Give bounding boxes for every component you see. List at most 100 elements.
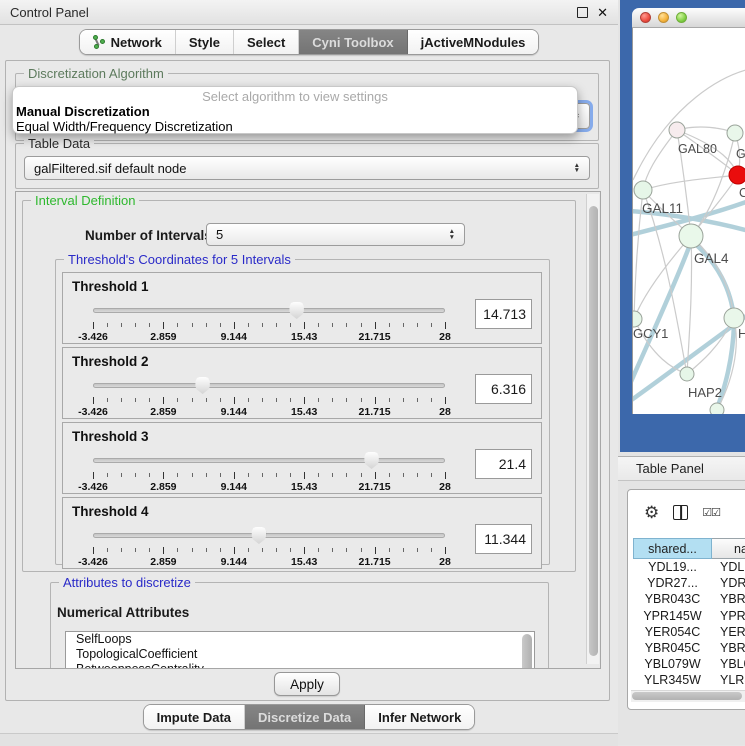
threshold-value-field[interactable]: 11.344 xyxy=(475,524,532,554)
tick-mark xyxy=(107,398,108,402)
network-node-c[interactable] xyxy=(729,166,745,184)
threshold-value-field[interactable]: 6.316 xyxy=(475,374,532,404)
network-node[interactable] xyxy=(710,403,724,414)
tick-mark xyxy=(234,397,235,404)
scrollbar-thumb[interactable] xyxy=(589,206,598,656)
close-traffic-light-icon[interactable] xyxy=(640,12,651,23)
threshold-value-field[interactable]: 14.713 xyxy=(475,299,532,329)
select-columns-checkboxes-icon[interactable]: ☑☑ xyxy=(702,506,720,519)
cell-shared-name: YDL19... xyxy=(633,559,712,575)
dropdown-option-manual-discretization[interactable]: Manual Discretization xyxy=(13,104,577,119)
settings-vertical-scrollbar[interactable] xyxy=(586,194,599,664)
node-label-ga: GA xyxy=(736,147,745,161)
slider-track[interactable] xyxy=(93,383,445,388)
tick-mark xyxy=(431,548,432,552)
threshold-slider[interactable]: -3.4262.8599.14415.4321.71528 xyxy=(93,531,445,567)
threshold-value-field[interactable]: 21.4 xyxy=(475,449,532,479)
threshold-label: Threshold 2 xyxy=(72,354,149,369)
tab-network[interactable]: Network xyxy=(80,30,176,54)
tick-mark xyxy=(93,322,94,329)
network-node-hap2[interactable] xyxy=(680,367,694,381)
tick-mark xyxy=(431,473,432,477)
tab-label-jactivemnodules: jActiveMNodules xyxy=(421,35,526,50)
scrollbar-thumb[interactable] xyxy=(632,692,742,700)
tick-mark xyxy=(163,472,164,479)
network-node-ga[interactable] xyxy=(727,125,743,141)
columns-icon[interactable] xyxy=(673,505,688,520)
tab-style[interactable]: Style xyxy=(176,30,234,54)
threshold-slider[interactable]: -3.4262.8599.14415.4321.71528 xyxy=(93,456,445,492)
apply-button[interactable]: Apply xyxy=(274,672,340,696)
zoom-traffic-light-icon[interactable] xyxy=(676,12,687,23)
number-of-intervals-combo[interactable]: 5 ▲▼ xyxy=(206,223,465,246)
tick-mark xyxy=(262,473,263,477)
numerical-attributes-list[interactable]: SelfLoopsTopologicalCoefficientBetweenne… xyxy=(65,631,535,669)
tick-mark xyxy=(304,472,305,479)
table-row[interactable]: YDR27...YDR2 xyxy=(633,575,745,591)
tick-mark xyxy=(389,473,390,477)
threshold-row: Threshold 3-3.4262.8599.14415.4321.71528… xyxy=(62,422,542,494)
network-canvas[interactable]: GAL80GACGAL11GAL4GCY1HHAP2 xyxy=(632,28,745,414)
tick-mark xyxy=(290,398,291,402)
attribute-list-item[interactable]: TopologicalCoefficient xyxy=(66,647,534,662)
table-row[interactable]: YBL079WYBL0 xyxy=(633,656,745,672)
tab-jactivemnodules[interactable]: jActiveMNodules xyxy=(408,30,539,54)
slider-track[interactable] xyxy=(93,308,445,313)
tick-mark xyxy=(234,472,235,479)
attribute-list-item[interactable]: BetweennessCentrality xyxy=(66,662,534,669)
tick-mark xyxy=(135,473,136,477)
network-node-gcy1[interactable] xyxy=(633,311,642,327)
table-row[interactable]: YPR145WYPR1 xyxy=(633,608,745,624)
tab-cyni-toolbox[interactable]: Cyni Toolbox xyxy=(299,30,407,54)
cell-name: YBR0 xyxy=(712,640,745,656)
slider-track[interactable] xyxy=(93,533,445,538)
tick-mark xyxy=(206,548,207,552)
tick-mark xyxy=(192,398,193,402)
table-row[interactable]: YLR345WYLR3 xyxy=(633,672,745,688)
minimize-traffic-light-icon[interactable] xyxy=(658,12,669,23)
table-toolbar: ⚙ ☑☑ xyxy=(628,490,745,534)
network-node-gal80[interactable] xyxy=(669,122,685,138)
slider-thumb-icon[interactable] xyxy=(289,302,304,319)
tick-mark xyxy=(403,548,404,552)
tab-select[interactable]: Select xyxy=(234,30,299,54)
table-header-shared-name[interactable]: shared... xyxy=(633,538,712,559)
slider-track[interactable] xyxy=(93,458,445,463)
tick-mark xyxy=(262,548,263,552)
table-row[interactable]: YBR045CYBR0 xyxy=(633,640,745,656)
table-header-name[interactable]: na xyxy=(712,538,745,559)
float-window-icon[interactable] xyxy=(577,7,588,18)
bottom-tab-label-discretize-data: Discretize Data xyxy=(258,710,351,725)
dropdown-option-equal-width-frequency-discretization[interactable]: Equal Width/Frequency Discretization xyxy=(13,119,577,134)
table-horizontal-scrollbar[interactable] xyxy=(631,690,745,702)
list-scrollbar[interactable] xyxy=(522,634,532,669)
network-node-h[interactable] xyxy=(724,308,744,328)
tick-mark xyxy=(135,398,136,402)
tick-mark xyxy=(206,473,207,477)
threshold-slider[interactable]: -3.4262.8599.14415.4321.71528 xyxy=(93,381,445,417)
slider-thumb-icon[interactable] xyxy=(195,377,210,394)
cell-shared-name: YLR345W xyxy=(633,672,712,688)
bottom-tab-infer-network[interactable]: Infer Network xyxy=(365,705,474,729)
table-row[interactable]: YER054CYER0 xyxy=(633,624,745,640)
tick-mark xyxy=(276,548,277,552)
close-icon[interactable]: ✕ xyxy=(597,6,608,19)
dropdown-hint: Select algorithm to view settings xyxy=(13,89,577,104)
gear-icon[interactable]: ⚙ xyxy=(644,504,659,521)
table-data-combo[interactable]: galFiltered.sif default node ▲▼ xyxy=(24,156,590,180)
cell-name: YBR0 xyxy=(712,591,745,607)
bottom-tab-impute-data[interactable]: Impute Data xyxy=(144,705,245,729)
network-window-titlebar[interactable] xyxy=(632,8,745,28)
slider-thumb-icon[interactable] xyxy=(364,452,379,469)
network-node-gal4[interactable] xyxy=(679,224,703,248)
table-row[interactable]: YBR043CYBR0 xyxy=(633,591,745,607)
threshold-row: Threshold 1-3.4262.8599.14415.4321.71528… xyxy=(62,272,542,344)
network-node-gal11[interactable] xyxy=(634,181,652,199)
table-row[interactable]: YDL19...YDL1 xyxy=(633,559,745,575)
attribute-list-item[interactable]: SelfLoops xyxy=(66,632,534,647)
threshold-slider[interactable]: -3.4262.8599.14415.4321.71528 xyxy=(93,306,445,342)
tick-mark xyxy=(248,548,249,552)
bottom-tab-discretize-data[interactable]: Discretize Data xyxy=(245,705,365,729)
slider-thumb-icon[interactable] xyxy=(251,527,266,544)
combo-arrows-icon: ▲▼ xyxy=(449,229,455,240)
